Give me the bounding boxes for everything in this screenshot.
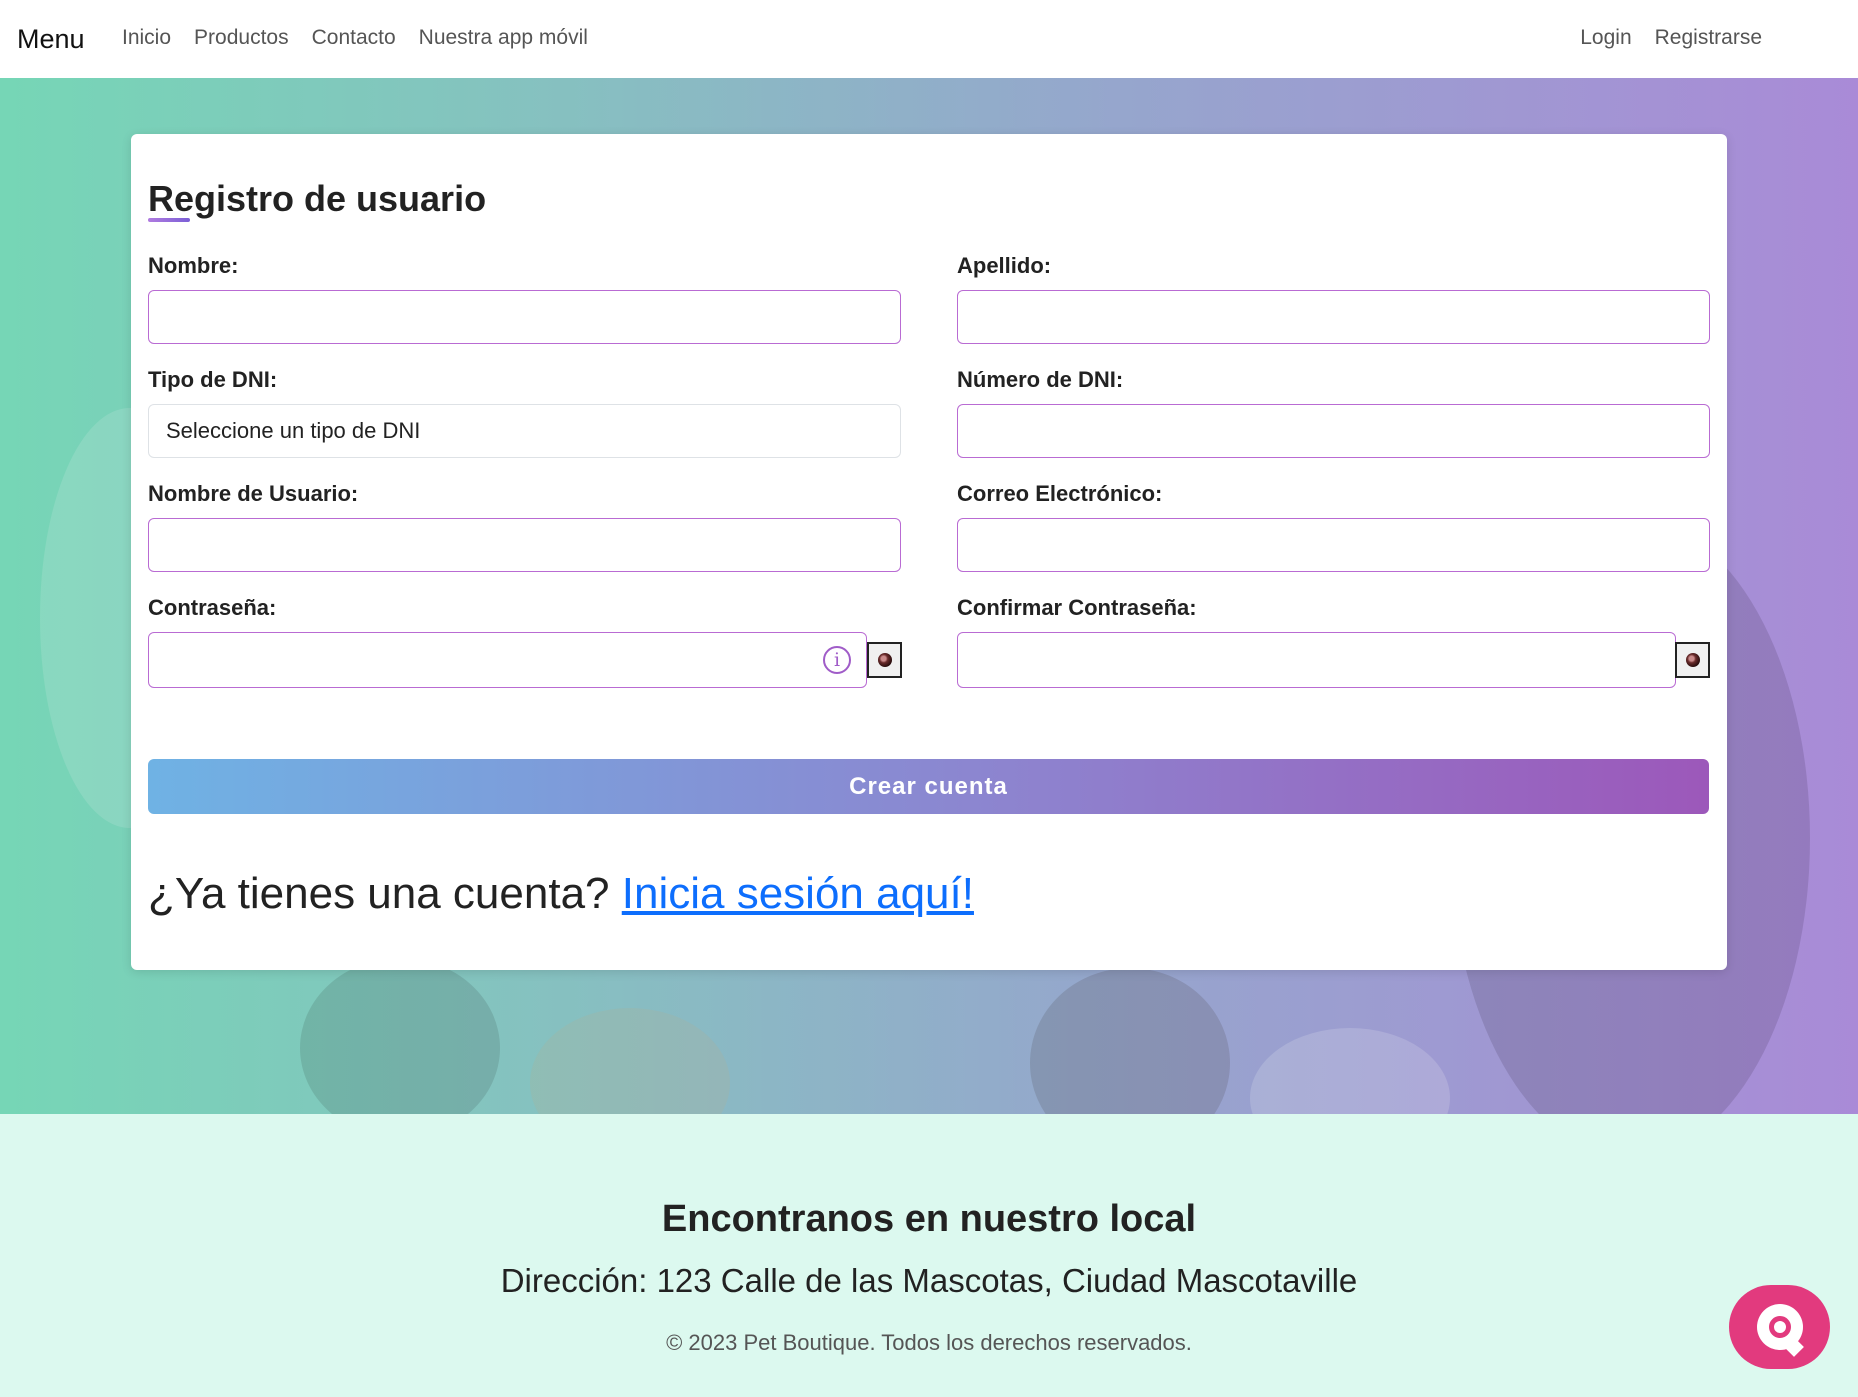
- show-confirm-password-button[interactable]: [1675, 642, 1710, 678]
- confirmar-input[interactable]: [957, 632, 1676, 688]
- have-account-text: ¿Ya tienes una cuenta? Inicia sesión aqu…: [148, 869, 974, 919]
- footer-copyright: © 2023 Pet Boutique. Todos los derechos …: [666, 1330, 1192, 1355]
- contrasena-label: Contraseña:: [148, 595, 277, 620]
- correo-input[interactable]: [957, 518, 1710, 572]
- nav-link-app-movil[interactable]: Nuestra app móvil: [419, 26, 588, 50]
- apellido-input[interactable]: [957, 290, 1710, 344]
- usuario-label: Nombre de Usuario:: [148, 481, 359, 506]
- navbar: Menu Inicio Productos Contacto Nuestra a…: [0, 0, 1858, 78]
- crear-cuenta-button[interactable]: Crear cuenta: [148, 759, 1709, 814]
- tipo-dni-label: Tipo de DNI:: [148, 367, 278, 392]
- nombre-label: Nombre:: [148, 253, 239, 278]
- nav-link-registrarse[interactable]: Registrarse: [1655, 26, 1762, 50]
- confirmar-label: Confirmar Contraseña:: [957, 595, 1197, 620]
- chat-icon-dot: [1768, 1316, 1791, 1338]
- page-title: Registro de usuario: [148, 178, 487, 219]
- contrasena-input[interactable]: [148, 632, 867, 688]
- nav-link-contacto[interactable]: Contacto: [312, 26, 396, 50]
- nav-link-login[interactable]: Login: [1580, 26, 1631, 50]
- menu-brand[interactable]: Menu: [17, 24, 85, 55]
- chat-icon: [1756, 1304, 1803, 1350]
- footer: Encontranos en nuestro local Dirección: …: [0, 1114, 1858, 1397]
- tipo-dni-select[interactable]: Seleccione un tipo de DNI: [148, 404, 901, 458]
- usuario-input[interactable]: [148, 518, 901, 572]
- nav-right: Login Registrarse: [1580, 26, 1762, 50]
- apellido-label: Apellido:: [957, 253, 1052, 278]
- registration-card: Registro de usuario Nombre: Apellido: Ti…: [131, 134, 1727, 970]
- correo-label: Correo Electrónico:: [957, 481, 1163, 506]
- footer-address: Dirección: 123 Calle de las Mascotas, Ci…: [500, 1262, 1358, 1299]
- numero-dni-input[interactable]: [957, 404, 1710, 458]
- numero-dni-label: Número de DNI:: [957, 367, 1124, 392]
- nav-link-inicio[interactable]: Inicio: [122, 26, 171, 50]
- login-link[interactable]: Inicia sesión aquí!: [622, 869, 974, 918]
- show-password-button[interactable]: [867, 642, 902, 678]
- footer-title: Encontranos en nuestro local: [661, 1198, 1197, 1240]
- chat-button[interactable]: [1729, 1285, 1830, 1369]
- info-icon[interactable]: i: [823, 646, 851, 674]
- nav-left: Inicio Productos Contacto Nuestra app mó…: [122, 26, 588, 50]
- title-underline: [148, 218, 190, 222]
- eye-icon: [1685, 653, 1700, 667]
- have-account-question: ¿Ya tienes una cuenta?: [148, 869, 610, 918]
- nav-link-productos[interactable]: Productos: [194, 26, 289, 50]
- tipo-dni-selected-value: Seleccione un tipo de DNI: [166, 418, 421, 443]
- nombre-input[interactable]: [148, 290, 901, 344]
- eye-icon: [877, 653, 892, 667]
- hero-background: Registro de usuario Nombre: Apellido: Ti…: [0, 78, 1858, 1114]
